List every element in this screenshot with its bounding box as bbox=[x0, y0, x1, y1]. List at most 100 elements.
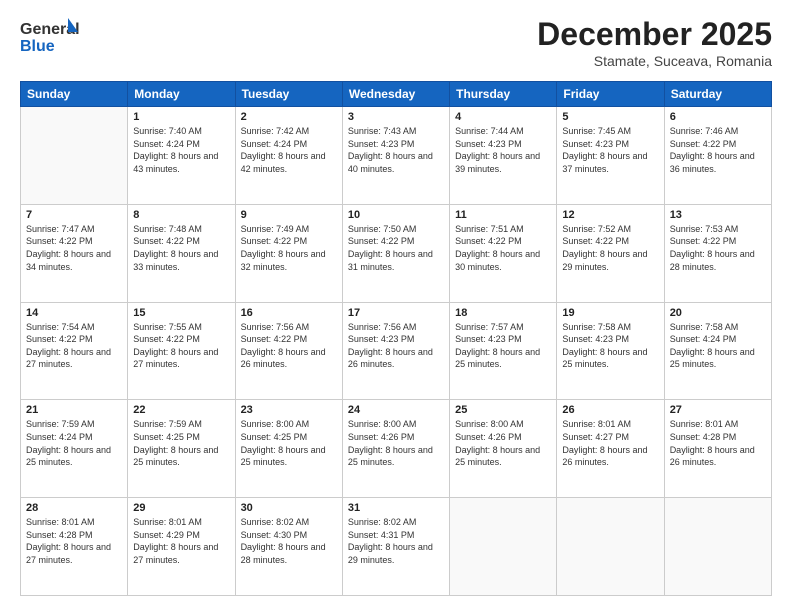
day-info: Sunrise: 7:58 AMSunset: 4:23 PMDaylight:… bbox=[562, 321, 658, 371]
calendar-week-row: 1 Sunrise: 7:40 AMSunset: 4:24 PMDaylight… bbox=[21, 107, 772, 205]
day-info: Sunrise: 7:45 AMSunset: 4:23 PMDaylight:… bbox=[562, 125, 658, 175]
logo-icon: GeneralBlue bbox=[20, 16, 80, 56]
day-info: Sunrise: 7:59 AMSunset: 4:25 PMDaylight:… bbox=[133, 418, 229, 468]
calendar-cell: 10 Sunrise: 7:50 AMSunset: 4:22 PMDayligh… bbox=[342, 204, 449, 302]
calendar-cell bbox=[450, 498, 557, 596]
day-number: 19 bbox=[562, 307, 658, 319]
day-number: 9 bbox=[241, 209, 337, 221]
title-block: December 2025 Stamate, Suceava, Romania bbox=[537, 16, 772, 69]
day-info: Sunrise: 7:49 AMSunset: 4:22 PMDaylight:… bbox=[241, 223, 337, 273]
day-info: Sunrise: 8:00 AMSunset: 4:26 PMDaylight:… bbox=[348, 418, 444, 468]
calendar-cell bbox=[557, 498, 664, 596]
day-number: 4 bbox=[455, 111, 551, 123]
day-number: 14 bbox=[26, 307, 122, 319]
calendar-cell: 29 Sunrise: 8:01 AMSunset: 4:29 PMDayligh… bbox=[128, 498, 235, 596]
day-number: 28 bbox=[26, 502, 122, 514]
calendar-cell: 3Sunrise: 7:43 AMSunset: 4:23 PMDaylight… bbox=[342, 107, 449, 205]
day-info: Sunrise: 7:40 AMSunset: 4:24 PMDaylight:… bbox=[133, 125, 229, 175]
day-info: Sunrise: 7:55 AMSunset: 4:22 PMDaylight:… bbox=[133, 321, 229, 371]
calendar-cell bbox=[664, 498, 771, 596]
day-info: Sunrise: 7:56 AMSunset: 4:23 PMDaylight:… bbox=[348, 321, 444, 371]
col-header-sunday: Sunday bbox=[21, 82, 128, 107]
day-number: 1 bbox=[133, 111, 229, 123]
calendar-cell: 24 Sunrise: 8:00 AMSunset: 4:26 PMDayligh… bbox=[342, 400, 449, 498]
day-info: Sunrise: 7:53 AMSunset: 4:22 PMDaylight:… bbox=[670, 223, 766, 273]
calendar-cell: 31Sunrise: 8:02 AMSunset: 4:31 PMDayligh… bbox=[342, 498, 449, 596]
day-info: Sunrise: 7:46 AMSunset: 4:22 PMDaylight:… bbox=[670, 125, 766, 175]
calendar-cell: 2 Sunrise: 7:42 AMSunset: 4:24 PMDaylight… bbox=[235, 107, 342, 205]
day-number: 7 bbox=[26, 209, 122, 221]
col-header-monday: Monday bbox=[128, 82, 235, 107]
calendar-cell: 4 Sunrise: 7:44 AMSunset: 4:23 PMDaylight… bbox=[450, 107, 557, 205]
calendar-week-row: 7 Sunrise: 7:47 AMSunset: 4:22 PMDaylight… bbox=[21, 204, 772, 302]
calendar-cell: 18 Sunrise: 7:57 AMSunset: 4:23 PMDayligh… bbox=[450, 302, 557, 400]
day-number: 2 bbox=[241, 111, 337, 123]
day-number: 16 bbox=[241, 307, 337, 319]
calendar-cell: 20 Sunrise: 7:58 AMSunset: 4:24 PMDayligh… bbox=[664, 302, 771, 400]
calendar-cell: 6 Sunrise: 7:46 AMSunset: 4:22 PMDaylight… bbox=[664, 107, 771, 205]
day-number: 29 bbox=[133, 502, 229, 514]
calendar-cell: 12 Sunrise: 7:52 AMSunset: 4:22 PMDayligh… bbox=[557, 204, 664, 302]
col-header-wednesday: Wednesday bbox=[342, 82, 449, 107]
calendar-cell bbox=[21, 107, 128, 205]
day-info: Sunrise: 7:57 AMSunset: 4:23 PMDaylight:… bbox=[455, 321, 551, 371]
day-info: Sunrise: 8:02 AMSunset: 4:30 PMDaylight:… bbox=[241, 516, 337, 566]
day-info: Sunrise: 8:01 AMSunset: 4:28 PMDaylight:… bbox=[26, 516, 122, 566]
day-number: 18 bbox=[455, 307, 551, 319]
calendar-cell: 17 Sunrise: 7:56 AMSunset: 4:23 PMDayligh… bbox=[342, 302, 449, 400]
calendar-cell: 26 Sunrise: 8:01 AMSunset: 4:27 PMDayligh… bbox=[557, 400, 664, 498]
day-number: 17 bbox=[348, 307, 444, 319]
day-number: 21 bbox=[26, 404, 122, 416]
month-title: December 2025 bbox=[537, 16, 772, 53]
day-number: 10 bbox=[348, 209, 444, 221]
day-info: Sunrise: 7:51 AMSunset: 4:22 PMDaylight:… bbox=[455, 223, 551, 273]
calendar-cell: 27 Sunrise: 8:01 AMSunset: 4:28 PMDayligh… bbox=[664, 400, 771, 498]
day-info: Sunrise: 7:47 AMSunset: 4:22 PMDaylight:… bbox=[26, 223, 122, 273]
day-number: 6 bbox=[670, 111, 766, 123]
day-number: 31 bbox=[348, 502, 444, 514]
day-number: 26 bbox=[562, 404, 658, 416]
calendar-cell: 9 Sunrise: 7:49 AMSunset: 4:22 PMDaylight… bbox=[235, 204, 342, 302]
day-number: 20 bbox=[670, 307, 766, 319]
col-header-saturday: Saturday bbox=[664, 82, 771, 107]
day-info: Sunrise: 8:01 AMSunset: 4:29 PMDaylight:… bbox=[133, 516, 229, 566]
day-number: 8 bbox=[133, 209, 229, 221]
svg-text:Blue: Blue bbox=[20, 38, 55, 55]
day-number: 12 bbox=[562, 209, 658, 221]
day-info: Sunrise: 7:50 AMSunset: 4:22 PMDaylight:… bbox=[348, 223, 444, 273]
day-number: 22 bbox=[133, 404, 229, 416]
day-info: Sunrise: 7:52 AMSunset: 4:22 PMDaylight:… bbox=[562, 223, 658, 273]
calendar-table: SundayMondayTuesdayWednesdayThursdayFrid… bbox=[20, 81, 772, 596]
day-number: 25 bbox=[455, 404, 551, 416]
calendar-body: 1 Sunrise: 7:40 AMSunset: 4:24 PMDaylight… bbox=[21, 107, 772, 596]
day-number: 24 bbox=[348, 404, 444, 416]
col-header-tuesday: Tuesday bbox=[235, 82, 342, 107]
col-header-friday: Friday bbox=[557, 82, 664, 107]
day-number: 27 bbox=[670, 404, 766, 416]
calendar-cell: 13Sunrise: 7:53 AMSunset: 4:22 PMDayligh… bbox=[664, 204, 771, 302]
calendar-cell: 8Sunrise: 7:48 AMSunset: 4:22 PMDaylight… bbox=[128, 204, 235, 302]
day-info: Sunrise: 7:59 AMSunset: 4:24 PMDaylight:… bbox=[26, 418, 122, 468]
day-number: 30 bbox=[241, 502, 337, 514]
col-header-thursday: Thursday bbox=[450, 82, 557, 107]
calendar-cell: 25Sunrise: 8:00 AMSunset: 4:26 PMDayligh… bbox=[450, 400, 557, 498]
day-info: Sunrise: 8:00 AMSunset: 4:25 PMDaylight:… bbox=[241, 418, 337, 468]
calendar-week-row: 14Sunrise: 7:54 AMSunset: 4:22 PMDayligh… bbox=[21, 302, 772, 400]
logo: GeneralBlue bbox=[20, 16, 80, 56]
calendar-cell: 28 Sunrise: 8:01 AMSunset: 4:28 PMDayligh… bbox=[21, 498, 128, 596]
calendar-cell: 1 Sunrise: 7:40 AMSunset: 4:24 PMDaylight… bbox=[128, 107, 235, 205]
calendar-cell: 22 Sunrise: 7:59 AMSunset: 4:25 PMDayligh… bbox=[128, 400, 235, 498]
day-number: 23 bbox=[241, 404, 337, 416]
day-info: Sunrise: 7:58 AMSunset: 4:24 PMDaylight:… bbox=[670, 321, 766, 371]
calendar-cell: 14Sunrise: 7:54 AMSunset: 4:22 PMDayligh… bbox=[21, 302, 128, 400]
day-info: Sunrise: 8:01 AMSunset: 4:28 PMDaylight:… bbox=[670, 418, 766, 468]
calendar-week-row: 28 Sunrise: 8:01 AMSunset: 4:28 PMDayligh… bbox=[21, 498, 772, 596]
calendar-cell: 16Sunrise: 7:56 AMSunset: 4:22 PMDayligh… bbox=[235, 302, 342, 400]
day-info: Sunrise: 7:42 AMSunset: 4:24 PMDaylight:… bbox=[241, 125, 337, 175]
day-number: 15 bbox=[133, 307, 229, 319]
day-info: Sunrise: 7:44 AMSunset: 4:23 PMDaylight:… bbox=[455, 125, 551, 175]
calendar-cell: 7 Sunrise: 7:47 AMSunset: 4:22 PMDaylight… bbox=[21, 204, 128, 302]
day-number: 11 bbox=[455, 209, 551, 221]
header: GeneralBlue December 2025 Stamate, Sucea… bbox=[20, 16, 772, 69]
day-info: Sunrise: 8:01 AMSunset: 4:27 PMDaylight:… bbox=[562, 418, 658, 468]
